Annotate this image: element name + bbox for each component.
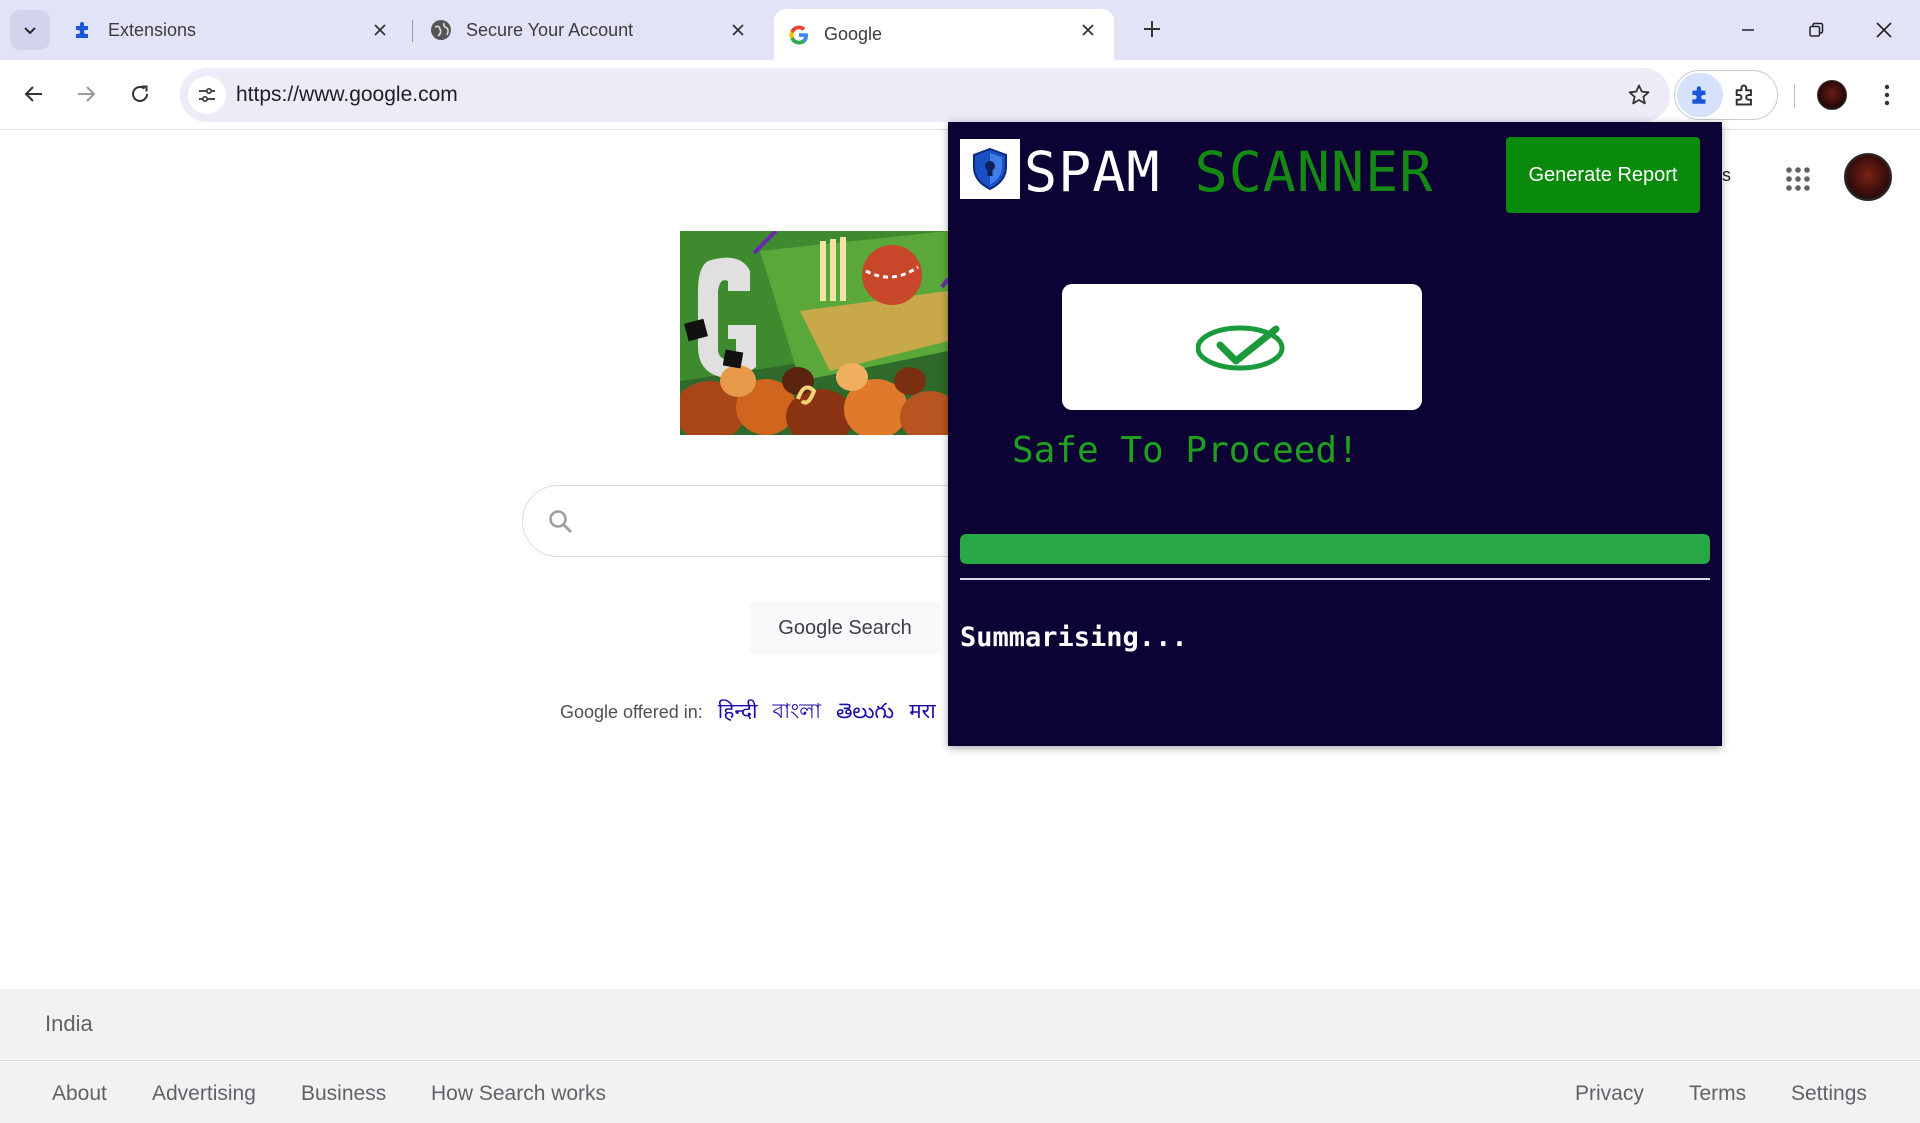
footer-country-bar: India	[0, 989, 1920, 1061]
tab-secure-your-account[interactable]: Secure Your Account	[416, 9, 764, 51]
minimize-icon	[1742, 29, 1754, 31]
close-tab-icon[interactable]	[1076, 18, 1100, 42]
tab-title: Extensions	[108, 19, 197, 40]
search-icon	[549, 510, 572, 533]
footer-link-settings[interactable]: Settings	[1791, 1082, 1867, 1106]
arrow-right-icon	[78, 86, 96, 102]
languages-offered: Google offered in: हिन्दी বাংলা తెలుగు म…	[560, 695, 936, 730]
scan-progress-fill	[960, 534, 1710, 564]
reload-button[interactable]	[120, 74, 160, 114]
puzzle-outline-icon	[1735, 84, 1752, 106]
kebab-menu-icon	[1884, 84, 1890, 106]
toolbar-separator	[1794, 84, 1795, 108]
language-link[interactable]: मरा	[909, 700, 936, 723]
tab-strip: Extensions Secure Your Account Google	[0, 0, 1920, 60]
close-tab-icon[interactable]	[726, 18, 750, 42]
tab-title: Secure Your Account	[466, 19, 634, 40]
footer-link-advertising[interactable]: Advertising	[152, 1082, 256, 1106]
tab-search-button[interactable]	[10, 10, 50, 50]
google-search-button[interactable]: Google Search	[750, 601, 940, 655]
footer-links-bar: About Advertising Business How Search wo…	[0, 1062, 1920, 1123]
globe-icon	[430, 19, 452, 41]
title-word-spam: SPAM	[1024, 140, 1161, 204]
extensions-group	[1674, 70, 1778, 120]
popup-title: SPAM SCANNER	[1024, 140, 1433, 204]
chevron-down-icon	[24, 27, 36, 35]
divider	[960, 578, 1710, 580]
result-text: Safe To Proceed!	[1012, 430, 1359, 471]
bookmark-star-icon[interactable]	[1626, 82, 1652, 108]
google-g-icon	[788, 24, 810, 46]
puzzle-icon	[72, 19, 94, 41]
checkmark-icon	[1196, 325, 1285, 371]
minimize-button[interactable]	[1724, 10, 1772, 50]
tab-separator	[412, 20, 413, 42]
tab-google[interactable]: Google	[774, 9, 1114, 60]
shield-logo-icon	[960, 139, 1020, 199]
restore-button[interactable]	[1792, 10, 1840, 50]
forward-button[interactable]	[66, 74, 106, 114]
arrow-left-icon	[24, 86, 42, 102]
status-text: Summarising...	[960, 622, 1188, 653]
footer-link-about[interactable]: About	[52, 1082, 107, 1106]
google-account-avatar[interactable]	[1844, 153, 1892, 201]
footer-link-how-search-works[interactable]: How Search works	[431, 1082, 606, 1106]
footer-link-business[interactable]: Business	[301, 1082, 386, 1106]
address-bar[interactable]: https://www.google.com	[180, 68, 1670, 122]
back-button[interactable]	[14, 74, 54, 114]
close-icon	[1876, 22, 1892, 38]
browser-menu-button[interactable]	[1872, 80, 1902, 110]
scan-progress-bar	[960, 534, 1710, 564]
apps-grid-icon	[1786, 167, 1810, 191]
browser-toolbar: https://www.google.com	[0, 60, 1920, 130]
language-link[interactable]: हिन्दी	[718, 700, 758, 723]
language-link[interactable]: తెలుగు	[836, 700, 894, 723]
offered-label: Google offered in:	[560, 702, 703, 722]
site-info-icon[interactable]	[188, 76, 226, 114]
title-word-scanner: SCANNER	[1194, 140, 1434, 204]
google-doodle[interactable]	[680, 231, 948, 435]
google-apps-button[interactable]	[1780, 161, 1816, 197]
new-tab-button[interactable]	[1136, 13, 1168, 45]
spam-scanner-popup: SPAM SCANNER Generate Report Safe To Pro…	[948, 122, 1722, 746]
close-window-button[interactable]	[1860, 10, 1908, 50]
country-label: India	[45, 1011, 93, 1036]
footer-link-privacy[interactable]: Privacy	[1575, 1082, 1644, 1106]
extensions-menu-button[interactable]	[1731, 81, 1759, 109]
language-link[interactable]: বাংলা	[772, 700, 821, 723]
spam-scanner-extension-button[interactable]	[1677, 73, 1723, 117]
tab-title: Google	[824, 24, 883, 44]
footer-link-terms[interactable]: Terms	[1689, 1082, 1746, 1106]
plus-icon	[1144, 21, 1160, 37]
url-text[interactable]: https://www.google.com	[236, 83, 458, 107]
restore-icon	[1809, 22, 1824, 37]
reload-icon	[132, 85, 148, 102]
puzzle-icon	[1692, 86, 1706, 104]
result-card	[1062, 284, 1422, 410]
close-tab-icon[interactable]	[368, 18, 392, 42]
profile-avatar[interactable]	[1817, 80, 1847, 110]
generate-report-button[interactable]: Generate Report	[1506, 137, 1700, 213]
tab-extensions[interactable]: Extensions	[58, 9, 406, 51]
